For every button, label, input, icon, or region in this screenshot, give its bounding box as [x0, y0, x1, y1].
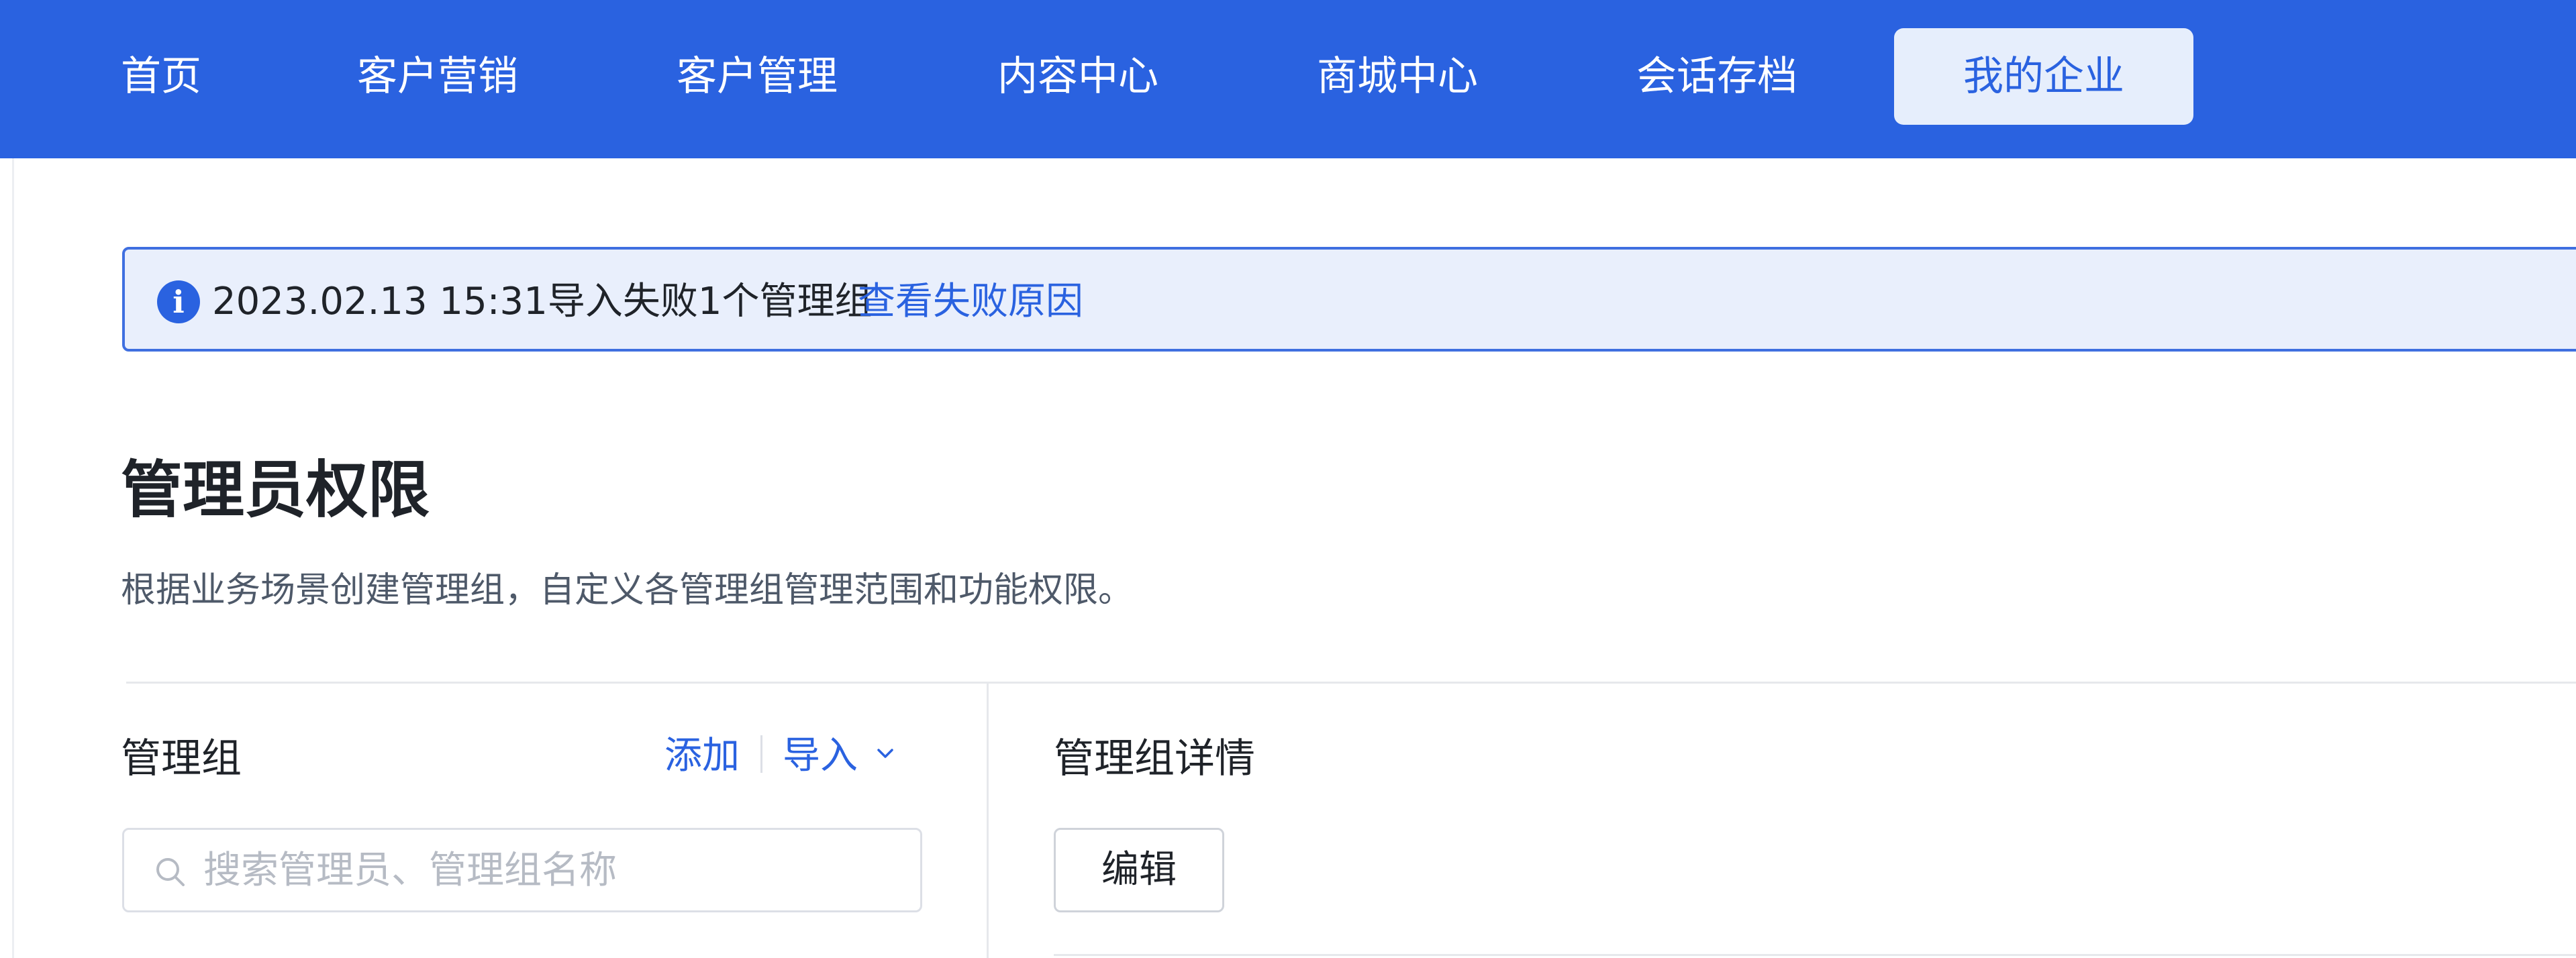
group-detail-title: 管理组详情: [1054, 735, 1255, 782]
view-failure-reason-link[interactable]: 查看失败原因: [858, 274, 1083, 330]
page-description: 根据业务场景创建管理组，自定义各管理组管理范围和功能权限。: [121, 570, 1134, 610]
alert-message: 2023.02.13 15:31导入失败1个管理组: [212, 280, 873, 323]
chevron-down-icon[interactable]: [875, 743, 895, 763]
admin-group-panel-title: 管理组: [121, 735, 242, 782]
nav-item-customer-marketing[interactable]: 客户营销: [357, 28, 518, 125]
nav-item-session-archive[interactable]: 会话存档: [1636, 28, 1797, 125]
nav-item-home[interactable]: 首页: [121, 28, 201, 125]
search-input[interactable]: [202, 842, 900, 898]
top-nav: 首页 客户营销 客户管理 内容中心 商城中心 会话存档 我的企业: [0, 0, 2576, 158]
info-icon: i: [157, 280, 200, 323]
import-button[interactable]: 导入: [783, 726, 858, 786]
add-group-button[interactable]: 添加: [664, 726, 740, 786]
section-divider: [126, 682, 2576, 684]
nav-item-customer-management[interactable]: 客户管理: [677, 28, 838, 125]
sidebar-edge-divider: [12, 158, 14, 958]
detail-divider: [1054, 954, 2576, 956]
nav-item-my-enterprise[interactable]: 我的企业: [1894, 28, 2193, 125]
page-title: 管理员权限: [121, 454, 430, 526]
search-icon: [156, 858, 185, 886]
search-box: [122, 828, 922, 912]
action-separator: [760, 735, 762, 773]
edit-button[interactable]: 编辑: [1054, 828, 1224, 912]
nav-item-mall-center[interactable]: 商城中心: [1317, 28, 1478, 125]
nav-item-content-center[interactable]: 内容中心: [997, 28, 1158, 125]
import-failure-alert: i 2023.02.13 15:31导入失败1个管理组 查看失败原因: [122, 247, 2576, 352]
panel-divider: [987, 684, 989, 958]
